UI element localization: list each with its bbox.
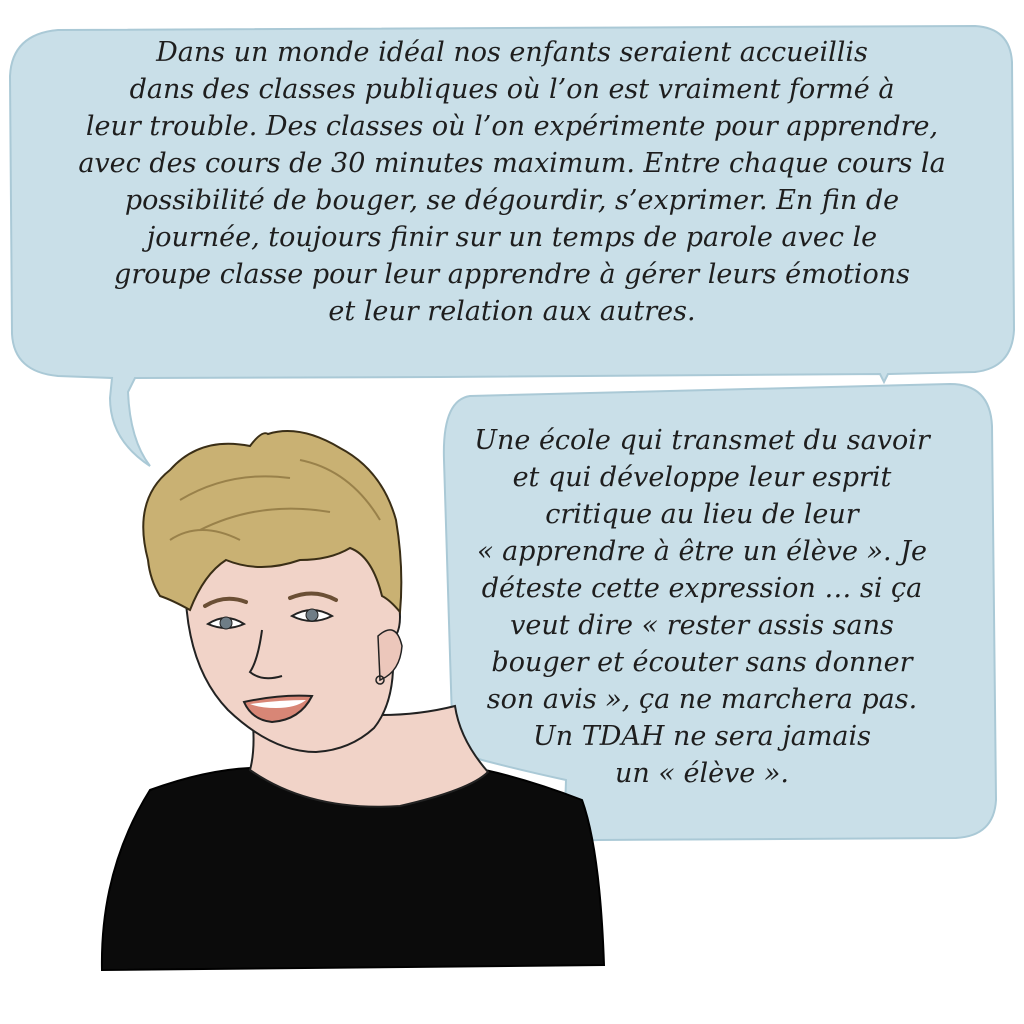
speech-bubble-top-text: Dans un monde idéal nos enfants seraient…	[78, 37, 946, 327]
left-iris	[219, 616, 233, 630]
ear	[377, 629, 403, 682]
speech-bubble-right-text: Une école qui transmet du savoir et qui …	[474, 425, 930, 789]
right-iris	[305, 608, 319, 622]
